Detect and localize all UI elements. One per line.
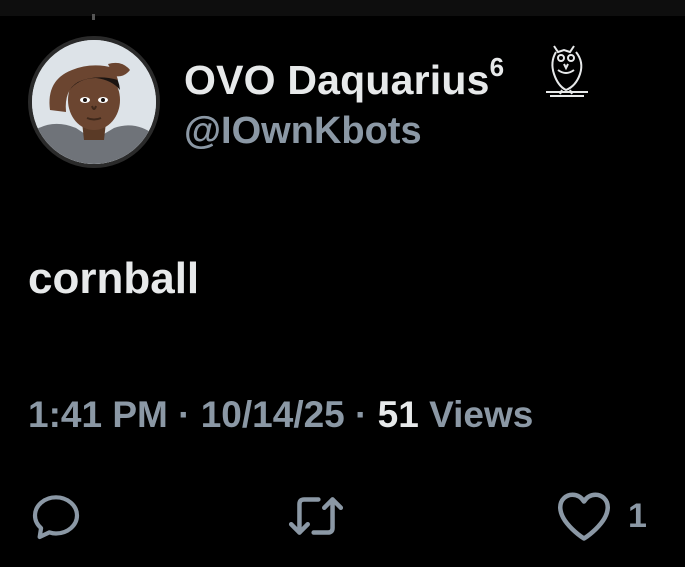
retweet-icon	[288, 497, 344, 535]
reply-icon	[32, 495, 80, 540]
like-count: 1	[628, 496, 647, 535]
meta-separator: ·	[178, 394, 191, 435]
tweet-text: cornball	[28, 254, 200, 303]
views-count: 51	[377, 394, 419, 435]
heart-icon	[558, 492, 610, 541]
name-superscript: 6	[489, 52, 505, 82]
tweet-meta: 1:41 PM · 10/14/25 · 51 Views	[28, 394, 533, 436]
top-strip	[0, 0, 685, 16]
tweet-date[interactable]: 10/14/25	[201, 394, 345, 435]
retweet-button[interactable]	[287, 490, 345, 542]
views-label: Views	[429, 394, 534, 435]
tweet-time[interactable]: 1:41 PM	[28, 394, 168, 435]
meta-separator: ·	[355, 394, 368, 435]
owl-icon	[546, 45, 588, 97]
like-button[interactable]: 1	[554, 488, 647, 544]
avatar-illustration	[32, 40, 156, 164]
display-name-text: OVO Daquarius	[184, 57, 490, 103]
top-tick	[92, 14, 95, 20]
user-handle[interactable]: @IOwnKbots	[184, 110, 422, 153]
reply-button[interactable]	[28, 488, 84, 544]
avatar[interactable]	[28, 36, 160, 168]
display-name[interactable]: OVO Daquarius6	[184, 52, 504, 104]
